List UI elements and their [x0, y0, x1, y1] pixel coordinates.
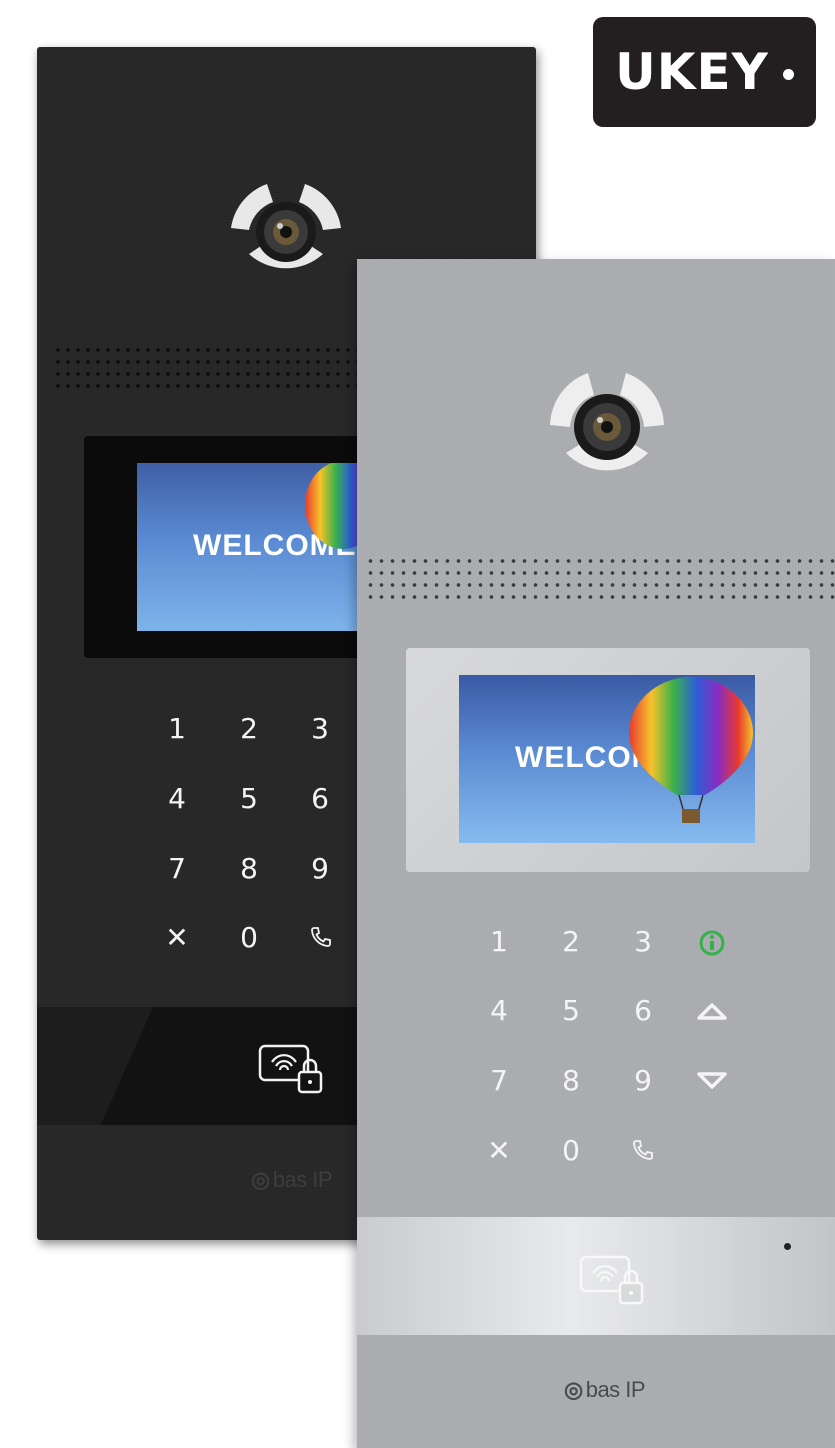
brand-badge-text: UKEY	[615, 43, 769, 101]
brand-logo: ◎ bas IP	[564, 1377, 646, 1402]
key-5[interactable]: 5	[551, 994, 591, 1027]
status-led	[784, 1243, 791, 1250]
key-cancel[interactable]: ✕	[479, 1134, 519, 1167]
brand-logo-text: bas IP	[585, 1377, 646, 1402]
down-icon[interactable]	[696, 1071, 728, 1091]
rfid-strip	[357, 1217, 835, 1335]
call-icon[interactable]	[309, 925, 333, 949]
intercom-panel-silver: WELCOME 1 2 3 4 5 6 7 8 9 ✕ 0 ◎ bas IP	[357, 259, 835, 1448]
key-1[interactable]: 1	[479, 925, 519, 958]
key-4[interactable]: 4	[479, 994, 519, 1027]
key-2[interactable]: 2	[229, 712, 269, 745]
key-3[interactable]: 3	[623, 925, 663, 958]
display-frame: WELCOME	[406, 648, 810, 872]
key-4[interactable]: 4	[157, 782, 197, 815]
key-6[interactable]: 6	[623, 994, 663, 1027]
call-icon[interactable]	[631, 1138, 655, 1162]
key-8[interactable]: 8	[551, 1064, 591, 1097]
display-screen: WELCOME	[459, 675, 755, 843]
key-3[interactable]: 3	[300, 712, 340, 745]
key-cancel[interactable]: ✕	[157, 921, 197, 954]
display-screen: WELCOME	[137, 463, 374, 631]
camera-icon	[231, 184, 341, 269]
key-7[interactable]: 7	[479, 1064, 519, 1097]
camera-icon	[550, 373, 664, 471]
up-icon[interactable]	[696, 1001, 728, 1021]
brand-badge-dot	[782, 68, 794, 80]
speaker-grille	[365, 555, 835, 603]
brand-badge: UKEY	[593, 17, 816, 127]
key-8[interactable]: 8	[229, 852, 269, 885]
key-1[interactable]: 1	[157, 712, 197, 745]
key-9[interactable]: 9	[300, 852, 340, 885]
key-2[interactable]: 2	[551, 925, 591, 958]
balloon-icon	[629, 677, 753, 823]
key-5[interactable]: 5	[229, 782, 269, 815]
info-icon[interactable]	[698, 929, 726, 957]
key-0[interactable]: 0	[551, 1134, 591, 1167]
key-9[interactable]: 9	[623, 1064, 663, 1097]
rfid-reader-icon	[579, 1255, 644, 1305]
rfid-strip	[37, 1007, 357, 1125]
brand-logo-text: bas IP	[272, 1167, 333, 1192]
key-0[interactable]: 0	[229, 921, 269, 954]
rfid-reader-icon	[258, 1044, 323, 1094]
speaker-grille	[53, 344, 359, 392]
brand-logo: ◎ bas IP	[251, 1167, 333, 1192]
display-frame: WELCOME	[84, 436, 374, 658]
key-7[interactable]: 7	[157, 852, 197, 885]
key-6[interactable]: 6	[300, 782, 340, 815]
